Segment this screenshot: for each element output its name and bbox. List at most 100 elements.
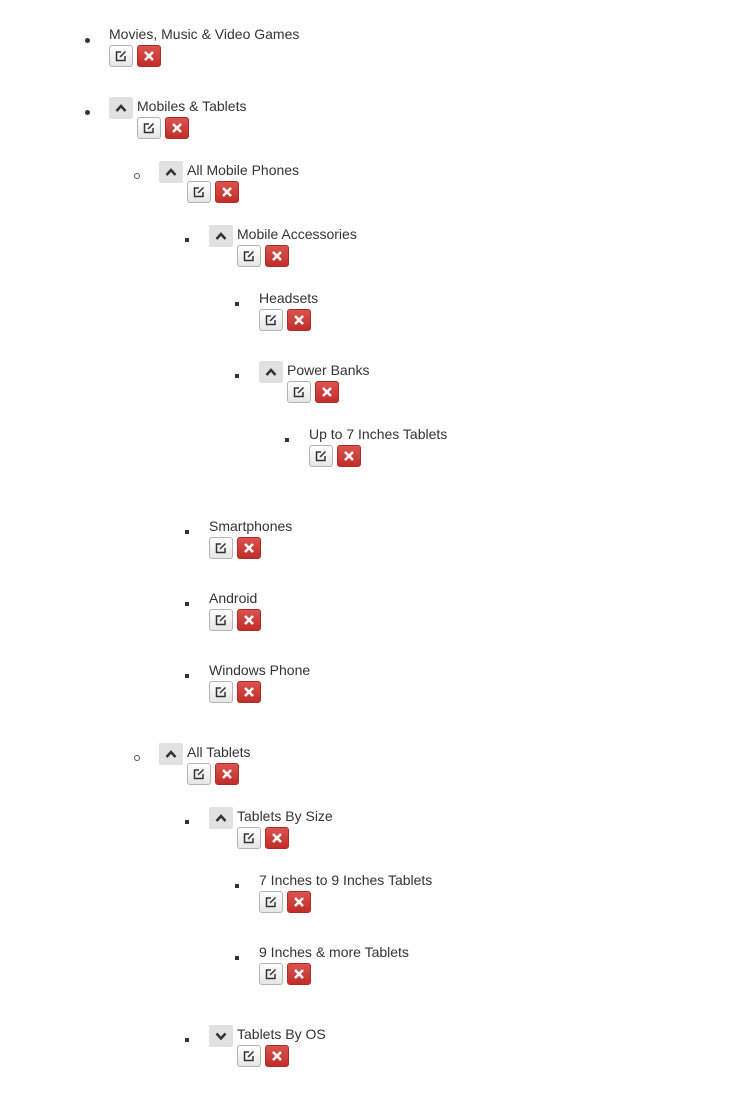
- edit-button[interactable]: [287, 381, 311, 403]
- tree-item-label: Headsets: [259, 290, 319, 306]
- list-bullet: [235, 302, 239, 306]
- edit-icon: [293, 386, 305, 398]
- edit-button[interactable]: [309, 445, 333, 467]
- tree-item-label: Smartphones: [209, 518, 293, 534]
- collapse-toggle-button[interactable]: [259, 361, 283, 383]
- tree-item-label: Up to 7 Inches Tablets: [309, 426, 448, 442]
- list-bullet: [185, 238, 189, 242]
- delete-icon: [144, 51, 154, 61]
- delete-button[interactable]: [165, 117, 189, 139]
- delete-button[interactable]: [287, 891, 311, 913]
- tree-item-label: Power Banks: [287, 362, 370, 378]
- delete-button[interactable]: [137, 45, 161, 67]
- collapse-toggle-button[interactable]: [109, 97, 133, 119]
- list-bullet: [235, 884, 239, 888]
- edit-icon: [315, 450, 327, 462]
- tree-item-label: Mobile Accessories: [237, 226, 357, 242]
- delete-icon: [344, 451, 354, 461]
- tree-item-label: 7 Inches to 9 Inches Tablets: [259, 872, 433, 888]
- edit-icon: [193, 768, 205, 780]
- delete-icon: [272, 833, 282, 843]
- chevron-up-icon: [215, 232, 227, 240]
- chevron-up-icon: [165, 750, 177, 758]
- edit-button[interactable]: [209, 537, 233, 559]
- edit-icon: [215, 542, 227, 554]
- delete-button[interactable]: [215, 763, 239, 785]
- edit-button[interactable]: [187, 181, 211, 203]
- delete-icon: [272, 1051, 282, 1061]
- delete-icon: [222, 187, 232, 197]
- tree-item-label: Tablets By OS: [237, 1026, 326, 1042]
- edit-button[interactable]: [209, 609, 233, 631]
- delete-button[interactable]: [265, 245, 289, 267]
- expand-toggle-button[interactable]: [209, 1025, 233, 1047]
- list-bullet: [85, 38, 90, 43]
- edit-icon: [265, 968, 277, 980]
- edit-icon: [215, 614, 227, 626]
- delete-icon: [222, 769, 232, 779]
- collapse-toggle-button[interactable]: [209, 807, 233, 829]
- delete-button[interactable]: [237, 537, 261, 559]
- edit-icon: [265, 314, 277, 326]
- list-bullet: [235, 956, 239, 960]
- edit-button[interactable]: [259, 891, 283, 913]
- edit-icon: [143, 122, 155, 134]
- edit-button[interactable]: [237, 245, 261, 267]
- collapse-toggle-button[interactable]: [159, 743, 183, 765]
- edit-icon: [193, 186, 205, 198]
- delete-icon: [244, 615, 254, 625]
- edit-icon: [243, 1050, 255, 1062]
- tree-item-label: All Mobile Phones: [187, 162, 300, 178]
- list-bullet: [134, 173, 140, 179]
- delete-icon: [172, 123, 182, 133]
- list-bullet: [285, 438, 289, 442]
- edit-button[interactable]: [259, 309, 283, 331]
- delete-button[interactable]: [287, 963, 311, 985]
- delete-icon: [244, 543, 254, 553]
- list-bullet: [134, 755, 140, 761]
- edit-icon: [243, 832, 255, 844]
- edit-button[interactable]: [237, 827, 261, 849]
- collapse-toggle-button[interactable]: [209, 225, 233, 247]
- tree-item-label: Mobiles & Tablets: [137, 98, 247, 114]
- edit-icon: [243, 250, 255, 262]
- tree-item-label: 9 Inches & more Tablets: [259, 944, 409, 960]
- edit-button[interactable]: [237, 1045, 261, 1067]
- delete-icon: [294, 897, 304, 907]
- list-bullet: [185, 674, 189, 678]
- tree-item-label: All Tablets: [187, 744, 251, 760]
- edit-button[interactable]: [209, 681, 233, 703]
- delete-button[interactable]: [237, 681, 261, 703]
- delete-button[interactable]: [265, 827, 289, 849]
- list-bullet: [235, 374, 239, 378]
- edit-button[interactable]: [109, 45, 133, 67]
- delete-icon: [294, 315, 304, 325]
- list-bullet: [185, 530, 189, 534]
- edit-button[interactable]: [137, 117, 161, 139]
- delete-icon: [294, 969, 304, 979]
- delete-icon: [244, 687, 254, 697]
- edit-icon: [265, 896, 277, 908]
- delete-button[interactable]: [215, 181, 239, 203]
- delete-button[interactable]: [265, 1045, 289, 1067]
- edit-icon: [215, 686, 227, 698]
- delete-button[interactable]: [337, 445, 361, 467]
- delete-button[interactable]: [315, 381, 339, 403]
- chevron-up-icon: [215, 814, 227, 822]
- delete-button[interactable]: [237, 609, 261, 631]
- edit-icon: [115, 50, 127, 62]
- chevron-up-icon: [165, 168, 177, 176]
- chevron-up-icon: [265, 368, 277, 376]
- tree-item-label: Windows Phone: [209, 662, 311, 678]
- edit-button[interactable]: [187, 763, 211, 785]
- list-bullet: [185, 602, 189, 606]
- list-bullet: [185, 820, 189, 824]
- chevron-down-icon: [215, 1032, 227, 1041]
- list-bullet: [85, 110, 90, 115]
- tree-item-label: Tablets By Size: [237, 808, 333, 824]
- delete-icon: [322, 387, 332, 397]
- edit-button[interactable]: [259, 963, 283, 985]
- delete-icon: [272, 251, 282, 261]
- collapse-toggle-button[interactable]: [159, 161, 183, 183]
- delete-button[interactable]: [287, 309, 311, 331]
